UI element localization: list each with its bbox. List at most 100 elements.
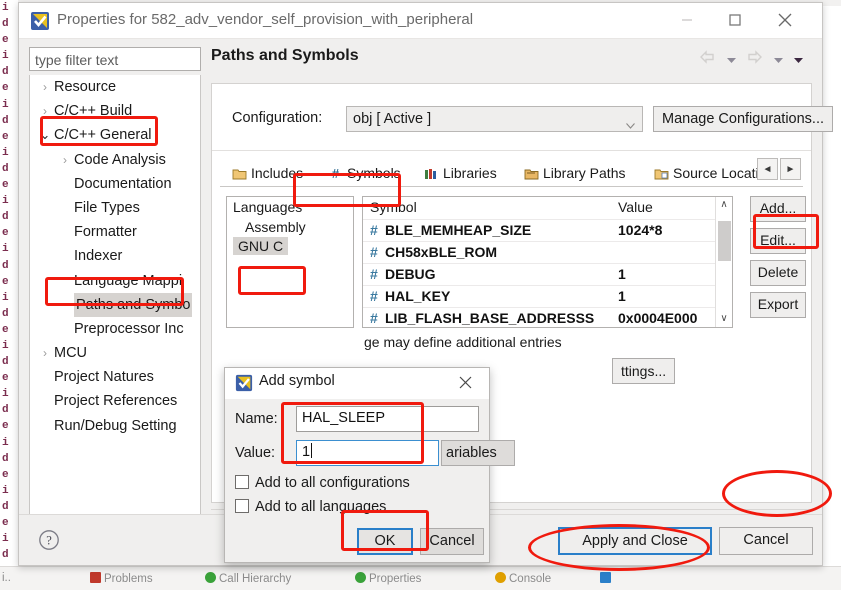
configuration-row: Configuration: obj [ Active ] Manage Con… xyxy=(232,106,834,134)
sidebar-item-paths-and-symbo[interactable]: Paths and Symbo xyxy=(30,292,200,317)
tab-symbols[interactable]: # Symbols xyxy=(324,160,405,186)
tab-scroll-right-icon[interactable]: ► xyxy=(780,158,801,180)
eclipse-view-tab-bar[interactable]: i.. Problems Call Hierarchy Properties C… xyxy=(0,566,841,590)
tab-label: Symbols xyxy=(347,165,401,181)
paths-symbols-tabs[interactable]: Includes # Symbols Libraries Library Paths So… xyxy=(220,158,803,187)
dialog-title: Properties for 582_adv_vendor_self_provi… xyxy=(57,11,474,28)
add-to-all-languages-label: Add to all languages xyxy=(255,499,387,515)
language-item-gnu-c-wrap: GNU C xyxy=(227,237,353,256)
scroll-up-icon[interactable]: ∧ xyxy=(716,197,732,213)
blue-square-icon xyxy=(600,572,611,583)
bg-tab-console-label: Console xyxy=(509,573,552,585)
tab-scroll-arrows[interactable]: ◄ ► xyxy=(757,158,803,182)
back-chevron-down-icon[interactable] xyxy=(726,51,737,69)
symbols-table[interactable]: Symbol Value # BLE_MEMHEAP_SIZE 1024*8 # CH5… xyxy=(362,196,733,328)
add-symbol-cancel-button[interactable]: Cancel xyxy=(420,528,484,555)
symbols-scroll-thumb[interactable] xyxy=(718,221,731,261)
help-question-icon[interactable]: ? xyxy=(38,529,60,556)
chevron-right-icon[interactable]: › xyxy=(36,99,54,123)
sidebar-item-project-natures[interactable]: Project Natures xyxy=(30,365,200,389)
sidebar-item-preprocessor-inc[interactable]: Preprocessor Inc xyxy=(30,317,200,341)
bg-view-tab-call-hierarchy[interactable]: Call Hierarchy xyxy=(205,572,291,585)
maximize-button[interactable] xyxy=(712,3,758,37)
forward-chevron-down-icon[interactable] xyxy=(773,51,784,69)
cancel-button[interactable]: Cancel xyxy=(719,527,813,555)
minimize-button[interactable] xyxy=(664,3,710,37)
delete-button[interactable]: Delete xyxy=(750,260,806,286)
sidebar-item-label: C/C++ General xyxy=(54,127,152,144)
edit-button[interactable]: Edit... xyxy=(750,228,806,254)
table-row[interactable]: # CH58xBLE_ROM xyxy=(363,241,732,263)
configuration-select[interactable]: obj [ Active ] xyxy=(346,106,643,132)
sidebar-item-language-mappi[interactable]: Language Mappi xyxy=(30,269,200,293)
bg-view-tab-problems[interactable]: Problems xyxy=(90,572,153,585)
chevron-down-icon[interactable]: ⌄ xyxy=(36,123,54,147)
sidebar-item-file-types[interactable]: File Types xyxy=(30,196,200,220)
sidebar-item-formatter[interactable]: Formatter xyxy=(30,220,200,244)
sidebar-item-resource[interactable]: › Resource xyxy=(30,75,200,99)
back-arrow-icon[interactable] xyxy=(699,50,716,69)
add-to-all-languages-row[interactable]: Add to all languages xyxy=(235,499,386,515)
page-menu-chevron-down-icon[interactable] xyxy=(793,51,804,69)
manage-configurations-button[interactable]: Manage Configurations... xyxy=(653,106,834,132)
value-field[interactable]: 1 xyxy=(296,440,439,466)
language-item-gnu-c[interactable]: GNU C xyxy=(233,237,289,255)
problems-icon xyxy=(90,572,101,583)
sidebar-item-project-references[interactable]: Project References xyxy=(30,389,200,413)
add-symbol-close-icon[interactable] xyxy=(459,372,481,394)
chevron-right-icon[interactable]: › xyxy=(56,148,74,172)
filter-input[interactable]: type filter text xyxy=(29,47,201,71)
tab-library-paths[interactable]: Library Paths xyxy=(520,160,629,186)
add-button[interactable]: Add... xyxy=(750,196,806,222)
chevron-right-icon[interactable]: › xyxy=(36,341,54,365)
page-header: Paths and Symbols xyxy=(211,47,812,81)
name-field[interactable]: HAL_SLEEP xyxy=(296,406,479,432)
add-to-all-configurations-row[interactable]: Add to all configurations xyxy=(235,475,410,491)
forward-arrow-icon[interactable] xyxy=(746,50,763,69)
includes-folder-icon xyxy=(232,162,247,180)
tab-includes[interactable]: Includes xyxy=(228,160,307,186)
hash-icon: # xyxy=(370,288,378,304)
close-button[interactable] xyxy=(762,3,808,37)
export-button[interactable]: Export xyxy=(750,292,806,318)
sidebar-item-run-debug-setting[interactable]: Run/Debug Setting xyxy=(30,414,200,438)
add-to-all-languages-checkbox[interactable] xyxy=(235,499,249,513)
chevron-right-icon[interactable]: › xyxy=(36,75,54,99)
console-icon xyxy=(495,572,506,583)
bg-view-tab-extra[interactable] xyxy=(600,572,614,585)
apply-and-close-button[interactable]: Apply and Close xyxy=(558,527,712,555)
tab-scroll-left-icon[interactable]: ◄ xyxy=(757,158,778,180)
export-settings-button[interactable]: ttings... xyxy=(612,358,676,384)
scroll-down-icon[interactable]: ∨ xyxy=(716,311,732,327)
language-item-assembly[interactable]: Assembly xyxy=(227,217,353,237)
source-location-icon xyxy=(654,162,669,180)
sidebar-item-label: Paths and Symbo xyxy=(74,292,193,317)
bg-view-tab-properties[interactable]: Properties xyxy=(355,572,421,585)
hash-icon: # xyxy=(328,162,343,181)
bg-view-tab[interactable]: i.. xyxy=(2,572,11,584)
sidebar-item-code-analysis[interactable]: › Code Analysis xyxy=(30,148,200,172)
tab-label: Includes xyxy=(251,165,304,181)
symbol-name-cell: DEBUG xyxy=(385,266,436,282)
symbol-value-cell: 1024*8 xyxy=(618,222,663,238)
table-row[interactable]: # HAL_KEY 1 xyxy=(363,285,732,307)
table-row[interactable]: # BLE_MEMHEAP_SIZE 1024*8 xyxy=(363,219,732,241)
sidebar-item-indexer[interactable]: Indexer xyxy=(30,244,200,268)
symbols-vertical-scrollbar[interactable]: ∧ ∨ xyxy=(715,197,732,327)
tab-libraries[interactable]: Libraries xyxy=(420,160,501,186)
variables-button[interactable]: ariables xyxy=(441,440,515,466)
sidebar-item-c-c-general[interactable]: ⌄ C/C++ General xyxy=(30,123,200,147)
settings-tree[interactable]: › Resource › C/C++ Build ⌄ C/C++ General › Code… xyxy=(29,75,201,523)
table-row[interactable]: # DEBUG 1 xyxy=(363,263,732,285)
bg-tab-properties-label: Properties xyxy=(369,573,422,585)
sidebar-item-documentation[interactable]: Documentation xyxy=(30,172,200,196)
sidebar-item-mcu[interactable]: › MCU xyxy=(30,341,200,365)
sidebar-item-label: Preprocessor Inc xyxy=(74,320,184,337)
sidebar-item-c-c-build[interactable]: › C/C++ Build xyxy=(30,99,200,123)
table-row[interactable]: # LIB_FLASH_BASE_ADDRESSS 0x0004E000 xyxy=(363,307,732,327)
ok-button[interactable]: OK xyxy=(357,528,413,555)
languages-list[interactable]: Languages Assembly GNU C xyxy=(226,196,354,328)
page-nav-icons[interactable] xyxy=(694,50,804,69)
bg-view-tab-console[interactable]: Console xyxy=(495,572,551,585)
add-to-all-configurations-checkbox[interactable] xyxy=(235,475,249,489)
